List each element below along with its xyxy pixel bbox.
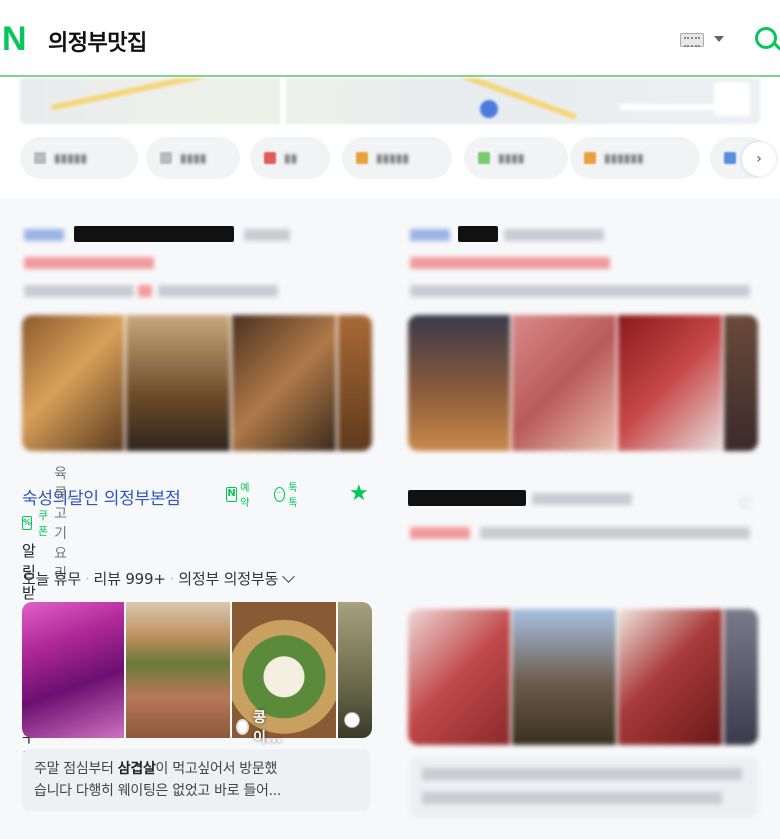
place-title[interactable]: 숙성의달인 의정부본점: [22, 484, 181, 509]
business-status: 오늘 휴무: [22, 570, 81, 588]
coupon-row: % 쿠폰 육류,고기요리: [22, 466, 77, 582]
map-pin-icon: [480, 100, 498, 118]
photo-strip[interactable]: [22, 602, 372, 738]
place-location: 의정부 의정부동: [178, 570, 279, 588]
naver-logo[interactable]: N: [2, 22, 32, 56]
reserve-label: 예약: [240, 483, 250, 509]
search-icon[interactable]: [755, 27, 777, 49]
chevron-down-icon[interactable]: [282, 570, 295, 583]
filter-chip[interactable]: ▮▮▮▮▮▮: [570, 137, 700, 179]
chat-bubble-icon: ···: [274, 486, 286, 502]
place-meta[interactable]: 오늘 휴무 · 리뷰 999+ · 의정부 의정부동: [22, 568, 295, 589]
review-snippet[interactable]: 주말 점심부터 삼겹살이 먹고싶어서 방문했 습니다 다행히 웨이팅은 없었고 …: [22, 749, 370, 811]
search-header: N 의정부맛집: [0, 0, 780, 77]
photo-thumbnail[interactable]: [22, 602, 124, 738]
map-preview[interactable]: [20, 78, 760, 124]
filter-chip[interactable]: ▮▮: [250, 137, 330, 179]
filter-chips: ▮▮▮▮▮ ▮▮▮▮ ▮▮ ▮▮▮▮▮ ▮▮▮▮ ▮▮▮▮▮▮: [20, 137, 780, 181]
reserve-badge[interactable]: N 예약: [226, 483, 253, 509]
talk-badge[interactable]: ··· 톡톡: [274, 483, 301, 509]
naver-booking-icon: N: [226, 486, 238, 502]
talk-label: 톡톡: [288, 483, 298, 509]
review-line-2: 습니다 다행히 웨이팅은 없었고 바로 들어...: [34, 783, 282, 799]
coupon-icon: %: [22, 516, 33, 530]
filter-chip[interactable]: ▮▮▮▮: [146, 137, 240, 179]
photo-author-name: 콩이...: [253, 710, 282, 746]
search-query[interactable]: 의정부맛집: [48, 25, 147, 57]
chevron-right-icon[interactable]: ›: [742, 142, 776, 176]
filter-chip[interactable]: ▮▮▮▮: [464, 137, 568, 179]
place-category: 육류,고기요리: [54, 466, 72, 582]
keyboard-icon[interactable]: [680, 33, 704, 47]
filter-chip[interactable]: ▮▮▮▮▮: [20, 137, 138, 179]
caret-down-icon[interactable]: [714, 36, 724, 42]
coupon-label: 쿠폰: [38, 509, 49, 538]
filter-chip[interactable]: ▮▮▮▮▮: [342, 137, 452, 179]
user-avatar-icon: [236, 719, 250, 735]
user-avatar-icon: [344, 712, 360, 728]
photo-thumbnail[interactable]: [126, 602, 230, 738]
review-count: 리뷰 999+: [93, 570, 166, 588]
star-icon[interactable]: ★: [349, 482, 369, 506]
photo-author: 콩이...: [236, 707, 285, 747]
review-line-1: 주말 점심부터 삼겹살이 먹고싶어서 방문했: [34, 761, 278, 777]
map-zoom-control[interactable]: [714, 82, 750, 116]
